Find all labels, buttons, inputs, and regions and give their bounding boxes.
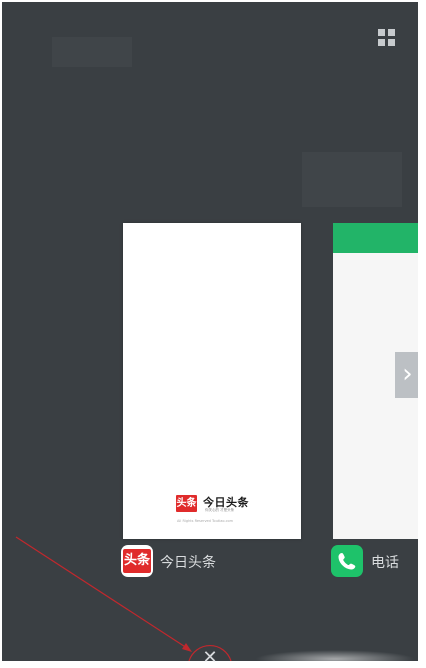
splash-slogan: 你关心的 才是头条 xyxy=(205,508,235,512)
background-ghost xyxy=(302,152,402,207)
toutiao-logo-icon: 头条 xyxy=(176,495,197,512)
background-ghost xyxy=(52,37,132,67)
app-label-toutiao: 今日头条 xyxy=(160,555,216,571)
splash-copyright: All Rights Reserved Toutiao.com xyxy=(177,519,234,523)
recent-apps-screen: 头条 今日头条 你关心的 才是头条 All Rights Reserved To… xyxy=(2,2,418,661)
toutiao-app-icon[interactable]: 头条 xyxy=(121,545,153,577)
bottom-glow xyxy=(255,650,415,668)
grid-view-icon[interactable] xyxy=(378,29,395,46)
toutiao-icon-text: 头条 xyxy=(123,549,151,573)
close-icon[interactable]: ✕ xyxy=(199,648,221,668)
recent-card-toutiao[interactable]: 头条 今日头条 你关心的 才是头条 All Rights Reserved To… xyxy=(123,223,301,539)
phone-icon[interactable] xyxy=(331,545,363,577)
screen-edge xyxy=(418,0,426,661)
chevron-right-icon[interactable]: › xyxy=(395,352,418,398)
phone-card-header-bar xyxy=(333,223,418,253)
app-label-phone: 电话 xyxy=(371,555,399,571)
